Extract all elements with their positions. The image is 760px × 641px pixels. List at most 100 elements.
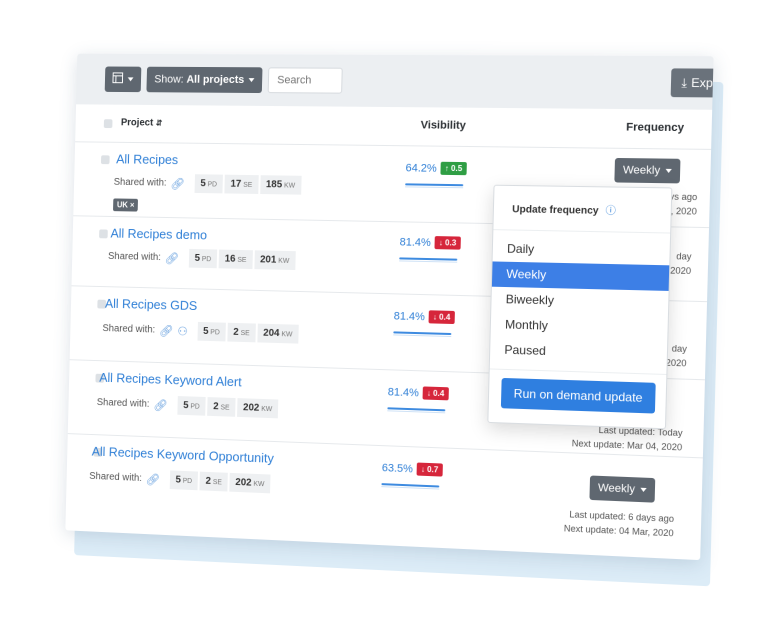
project-name-link[interactable]: All Recipes Keyword Alert bbox=[99, 370, 242, 389]
export-button[interactable]: ⤓ Exp bbox=[671, 68, 714, 97]
project-stats: 5PD 17SE 185KW bbox=[194, 174, 301, 194]
visibility-sparkline bbox=[393, 331, 451, 335]
location-badge[interactable]: UK × bbox=[113, 198, 138, 211]
visibility-change-badge: ↓ 0.4 bbox=[423, 386, 449, 400]
show-value: All projects bbox=[186, 74, 244, 86]
project-name-link[interactable]: All Recipes demo bbox=[110, 226, 207, 243]
visibility-sparkline bbox=[405, 183, 463, 186]
shared-label: Shared with: bbox=[89, 471, 142, 484]
select-all-checkbox[interactable] bbox=[104, 119, 113, 128]
stat-tag: 5PD bbox=[170, 470, 199, 490]
shared-label: Shared with: bbox=[102, 323, 155, 335]
link-icon[interactable]: 🔗︎ bbox=[159, 323, 174, 337]
visibility-value: 64.2% ↑ 0.5 bbox=[405, 161, 466, 175]
visibility-percent: 63.5% bbox=[382, 462, 413, 475]
export-label: Exp bbox=[691, 76, 713, 91]
shared-label: Shared with: bbox=[97, 397, 150, 410]
project-stats: 5PD 2SE 202KW bbox=[177, 396, 278, 418]
stat-tag: 185KW bbox=[260, 175, 301, 194]
shared-label: Shared with: bbox=[114, 177, 167, 189]
stat-tag: 16SE bbox=[219, 250, 253, 269]
stat-tag: 2SE bbox=[207, 397, 235, 417]
visibility-value: 81.4% ↓ 0.4 bbox=[394, 309, 455, 324]
project-stats: 5PD 2SE 202KW bbox=[170, 470, 271, 493]
visibility-sparkline bbox=[387, 407, 445, 411]
sort-icon: ⇵ bbox=[156, 119, 163, 128]
show-filter-dropdown[interactable]: Show: All projects bbox=[146, 67, 263, 93]
project-name-link[interactable]: All Recipes GDS bbox=[105, 296, 198, 313]
visibility-percent: 81.4% bbox=[388, 386, 419, 399]
visibility-value: 81.4% ↓ 0.3 bbox=[400, 235, 461, 249]
frequency-dropdown-button[interactable]: Weekly bbox=[589, 475, 655, 502]
menu-title: Update frequency ⓘ bbox=[493, 186, 671, 234]
frequency-label: Weekly bbox=[623, 164, 661, 177]
menu-item-daily[interactable]: Daily bbox=[493, 236, 670, 265]
project-header-label: Project bbox=[121, 117, 153, 128]
menu-divider bbox=[490, 368, 667, 375]
stat-tag: 5PD bbox=[177, 396, 206, 416]
visibility-value: 81.4% ↓ 0.4 bbox=[388, 385, 449, 400]
shared-with: Shared with: 🔗︎ ⚇ 5PD 2SE 204KW bbox=[102, 319, 298, 343]
link-icon[interactable]: 🔗︎ bbox=[153, 398, 168, 412]
shared-with: Shared with: 🔗︎ 5PD 17SE 185KW bbox=[114, 173, 302, 195]
search-input[interactable] bbox=[268, 67, 343, 93]
view-toggle-button[interactable] bbox=[105, 67, 142, 93]
visibility-percent: 81.4% bbox=[394, 310, 425, 323]
row-checkbox[interactable] bbox=[101, 155, 110, 164]
stat-tag: 17SE bbox=[224, 175, 258, 194]
chevron-down-icon bbox=[249, 78, 255, 82]
stat-tag: 2SE bbox=[200, 472, 228, 492]
toolbar: Show: All projects ⤓ Exp bbox=[76, 54, 714, 110]
link-icon[interactable]: 🔗︎ bbox=[170, 176, 185, 190]
stat-tag: 5PD bbox=[189, 249, 218, 268]
stat-tag: 201KW bbox=[254, 250, 295, 270]
project-name-link[interactable]: All Recipes bbox=[116, 152, 178, 168]
menu-title-text: Update frequency bbox=[512, 204, 599, 217]
visibility-value: 63.5% ↓ 0.7 bbox=[382, 461, 443, 476]
frequency-dropdown-button[interactable]: Weekly bbox=[614, 158, 680, 183]
users-icon[interactable]: ⚇ bbox=[177, 324, 188, 338]
shared-with: Shared with: 🔗︎ 5PD 2SE 202KW bbox=[97, 393, 279, 418]
visibility-percent: 81.4% bbox=[400, 236, 431, 249]
stat-tag: 5PD bbox=[194, 174, 223, 193]
run-on-demand-button[interactable]: Run on demand update bbox=[501, 378, 656, 414]
stat-tag: 204KW bbox=[257, 324, 298, 344]
visibility-change-badge: ↓ 0.7 bbox=[417, 463, 443, 477]
stat-tag: 5PD bbox=[197, 322, 226, 342]
project-stats: 5PD 16SE 201KW bbox=[189, 249, 296, 270]
screenshot-scene: Show: All projects ⤓ Exp Project ⇵ Visib… bbox=[7, 0, 760, 641]
stat-tag: 202KW bbox=[237, 398, 278, 418]
chevron-down-icon bbox=[665, 169, 671, 173]
link-icon[interactable]: 🔗︎ bbox=[165, 251, 180, 265]
visibility-sparkline bbox=[381, 483, 439, 487]
menu-item-paused[interactable]: Paused bbox=[490, 337, 667, 368]
visibility-change-badge: ↓ 0.4 bbox=[429, 310, 455, 324]
visibility-change-badge: ↓ 0.3 bbox=[435, 236, 461, 250]
shared-label: Shared with: bbox=[108, 251, 161, 263]
visibility-percent: 64.2% bbox=[405, 162, 436, 174]
next-update: Next update: Mar 04, 2020 bbox=[572, 436, 683, 454]
download-icon: ⤓ bbox=[681, 75, 687, 90]
show-prefix: Show: bbox=[154, 74, 184, 86]
link-icon[interactable]: 🔗︎ bbox=[146, 472, 161, 486]
visibility-column-header: Visibility bbox=[421, 119, 467, 132]
info-icon[interactable]: ⓘ bbox=[605, 206, 616, 217]
frequency-label: Weekly bbox=[598, 482, 635, 496]
stat-tag: 202KW bbox=[229, 473, 270, 493]
chevron-down-icon bbox=[128, 77, 134, 81]
project-stats: 5PD 2SE 204KW bbox=[197, 322, 298, 344]
shared-with: Shared with: 🔗︎ 5PD 2SE 202KW bbox=[89, 467, 270, 493]
visibility-change-badge: ↑ 0.5 bbox=[441, 162, 467, 175]
frequency-column-header: Frequency bbox=[626, 121, 684, 134]
projects-panel: Show: All projects ⤓ Exp Project ⇵ Visib… bbox=[65, 54, 713, 560]
stat-tag: 2SE bbox=[227, 323, 255, 343]
chevron-down-icon bbox=[640, 488, 646, 492]
project-column-header[interactable]: Project ⇵ bbox=[121, 117, 163, 128]
layout-icon bbox=[112, 72, 123, 86]
project-name-link[interactable]: All Recipes Keyword Opportunity bbox=[92, 444, 274, 466]
update-info: Last updated: 6 days ago Next update: 04… bbox=[564, 507, 674, 540]
update-frequency-menu: Update frequency ⓘ Daily Weekly Biweekly… bbox=[487, 185, 672, 430]
visibility-sparkline bbox=[399, 257, 457, 260]
row-checkbox[interactable] bbox=[99, 229, 108, 238]
shared-with: Shared with: 🔗︎ 5PD 16SE 201KW bbox=[108, 247, 296, 270]
